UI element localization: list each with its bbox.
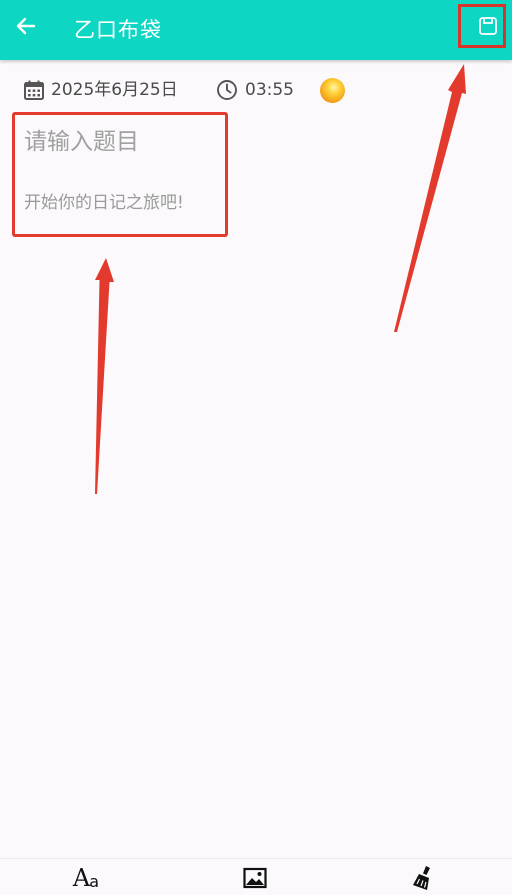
time-text[interactable]: 03:55 [245, 72, 294, 108]
app-bar: 乙口布袋 [0, 0, 512, 60]
insert-image-button[interactable] [240, 863, 270, 893]
image-icon [243, 867, 267, 889]
date-text[interactable]: 2025年6月25日 [51, 72, 178, 108]
title-input[interactable] [24, 124, 224, 160]
arrow-left-icon [16, 17, 36, 35]
save-icon [479, 17, 497, 35]
arrow-to-editor [95, 258, 114, 494]
broom-icon [413, 866, 430, 890]
save-button[interactable] [474, 12, 502, 40]
back-button[interactable] [10, 10, 42, 42]
diary-editor-screen: 乙口布袋 2025年6月25日 03:55 请输入题目 开始你的日记之旅吧! A… [0, 0, 512, 895]
bottom-toolbar: A a [0, 858, 512, 895]
app-title: 乙口布袋 [74, 18, 162, 42]
mood-emoji-icon[interactable] [320, 78, 345, 103]
clean-button[interactable] [409, 863, 439, 893]
font-icon-small-letter: a [89, 872, 100, 891]
clock-icon [217, 80, 237, 100]
font-style-icon: A a [73, 866, 99, 890]
calendar-icon [24, 80, 44, 100]
font-style-button[interactable]: A a [70, 863, 102, 893]
meta-row: 2025年6月25日 03:55 [0, 72, 512, 108]
font-icon-big-letter: A [72, 864, 91, 892]
diary-body-input[interactable] [24, 188, 224, 218]
